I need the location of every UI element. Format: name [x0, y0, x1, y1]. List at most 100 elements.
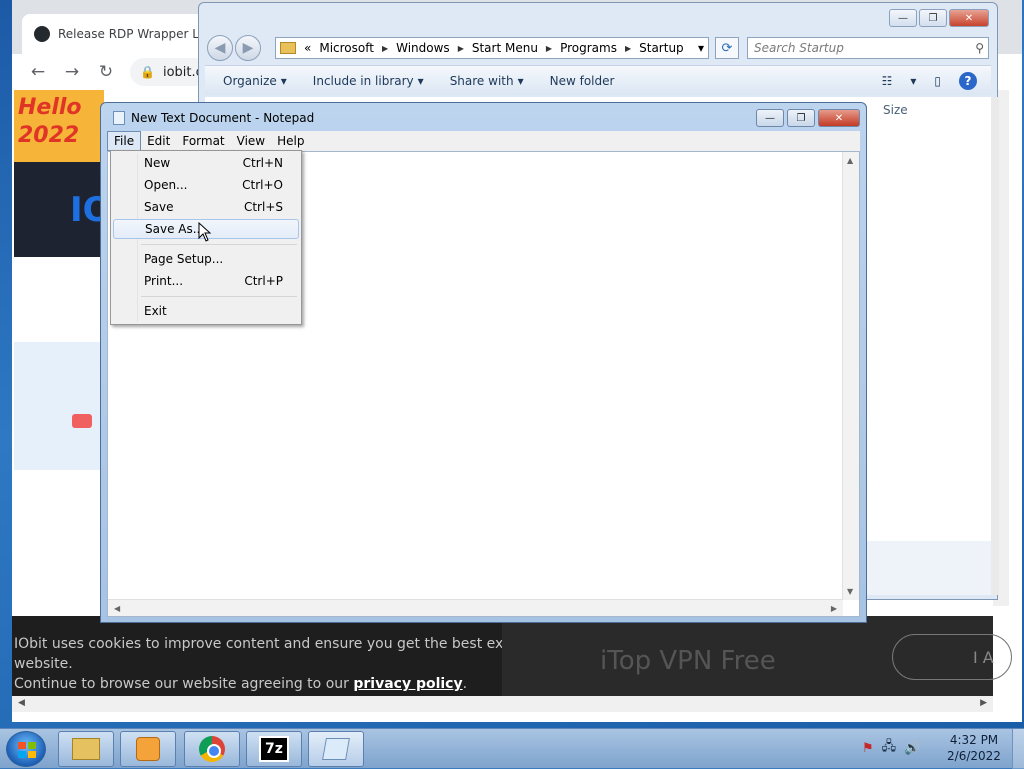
menu-item-shortcut: Ctrl+N — [242, 156, 283, 170]
menu-view[interactable]: View — [231, 132, 271, 150]
start-button[interactable] — [6, 731, 46, 767]
minimize-button[interactable]: — — [756, 109, 784, 127]
7zip-icon: 7z — [259, 736, 289, 762]
menu-item-shortcut: Ctrl+P — [244, 274, 283, 288]
taskbar-7zip[interactable]: 7z — [246, 731, 302, 767]
maximize-button[interactable]: ❐ — [919, 9, 947, 27]
chevron-right-icon[interactable]: ▶ — [458, 44, 464, 53]
volume-icon[interactable]: 🔊 — [904, 741, 920, 756]
menu-item-shortcut: Ctrl+O — [242, 178, 283, 192]
privacy-policy-link[interactable]: privacy policy — [353, 676, 462, 692]
notepad-icon — [322, 738, 350, 760]
explorer-address-bar[interactable]: « Microsoft ▶ Windows ▶ Start Menu ▶ Pro… — [275, 37, 709, 59]
explorer-address-row: ◀ ▶ « Microsoft ▶ Windows ▶ Start Menu ▶… — [205, 35, 991, 61]
chevron-right-icon[interactable]: ▶ — [382, 44, 388, 53]
taskbar-chrome[interactable] — [184, 731, 240, 767]
scroll-up-icon[interactable]: ▲ — [847, 156, 853, 165]
scroll-down-icon[interactable]: ▼ — [847, 587, 853, 596]
search-input[interactable]: Search Startup ⚲ — [747, 37, 989, 59]
reload-icon[interactable]: ↻ — [96, 62, 116, 82]
menu-item-label: Save — [144, 200, 174, 214]
network-icon[interactable]: 🖧 — [882, 737, 897, 759]
notepad-icon — [113, 111, 125, 125]
menu-format[interactable]: Format — [176, 132, 230, 150]
menu-item-exit[interactable]: Exit — [113, 301, 299, 321]
taskbar-media-player[interactable] — [120, 731, 176, 767]
notepad-horizontal-scrollbar[interactable]: ◀ ▶ — [108, 599, 843, 616]
column-header-size[interactable]: Size — [883, 103, 908, 117]
notepad-vertical-scrollbar[interactable]: ▲ ▼ — [842, 152, 859, 600]
menu-item-label: Print... — [144, 274, 184, 288]
breadcrumb-programs[interactable]: Programs — [560, 41, 617, 55]
menu-file[interactable]: File — [107, 131, 142, 151]
chevron-down-icon: ▾ — [517, 73, 524, 88]
notepad-title: New Text Document - Notepad — [131, 111, 315, 125]
share-with-button[interactable]: Share with ▾ — [450, 74, 524, 88]
show-desktop-button[interactable] — [1012, 729, 1024, 769]
organize-button[interactable]: Organize ▾ — [223, 74, 287, 88]
scroll-left-icon[interactable]: ◀ — [18, 698, 25, 708]
close-button[interactable]: ✕ — [818, 109, 860, 127]
taskbar-explorer[interactable] — [58, 731, 114, 767]
menu-item-label: Page Setup... — [144, 252, 224, 266]
menu-item-open[interactable]: Open... Ctrl+O — [113, 175, 299, 195]
media-player-icon — [136, 737, 160, 761]
scroll-right-icon[interactable]: ▶ — [980, 698, 987, 708]
explorer-vertical-scrollbar[interactable] — [991, 97, 999, 595]
close-button[interactable]: ✕ — [949, 9, 989, 27]
taskbar-notepad[interactable] — [308, 731, 364, 767]
refresh-icon[interactable]: ⟳ — [715, 37, 739, 59]
include-in-library-label: Include in library — [312, 73, 414, 88]
chevron-right-icon[interactable]: ▶ — [625, 44, 631, 53]
preview-pane-icon[interactable]: ▯ — [934, 74, 941, 88]
change-view-icon[interactable]: ☷ — [882, 74, 893, 88]
menu-edit[interactable]: Edit — [141, 132, 176, 150]
maximize-button[interactable]: ❐ — [787, 109, 815, 127]
scroll-right-icon[interactable]: ▶ — [831, 604, 837, 613]
menu-item-new[interactable]: New Ctrl+N — [113, 153, 299, 173]
breadcrumb-microsoft[interactable]: Microsoft — [319, 41, 374, 55]
lock-icon: 🔒 — [140, 65, 155, 79]
breadcrumb-overflow[interactable]: « — [304, 41, 311, 55]
scroll-left-icon[interactable]: ◀ — [114, 604, 120, 613]
taskbar: 7z ⚑ 🖧 🔊 4:32 PM 2/6/2022 — [0, 728, 1024, 769]
vpn-promo: iTop VPN Free I A — [502, 616, 1012, 696]
menu-help[interactable]: Help — [271, 132, 310, 150]
organize-label: Organize — [223, 73, 277, 88]
cookie-period: . — [462, 676, 468, 692]
chevron-down-icon: ▾ — [280, 73, 287, 88]
chevron-down-icon[interactable]: ▾ — [698, 41, 704, 55]
include-in-library-button[interactable]: Include in library ▾ — [313, 74, 424, 88]
clock[interactable]: 4:32 PM 2/6/2022 — [944, 732, 1004, 764]
chrome-tab-title: Release RDP Wrapper Libr — [58, 27, 212, 41]
hello-2022-banner[interactable]: Hello 2022 — [14, 90, 104, 162]
back-icon[interactable]: ◀ — [207, 35, 233, 61]
minimize-button[interactable]: — — [889, 9, 917, 27]
folder-icon — [280, 42, 296, 54]
breadcrumb-windows[interactable]: Windows — [396, 41, 450, 55]
chrome-horizontal-scrollbar[interactable]: ◀ ▶ — [12, 696, 993, 712]
menu-separator — [141, 296, 297, 297]
search-icon[interactable]: ⚲ — [975, 41, 984, 55]
forward-arrow-icon[interactable]: → — [62, 62, 82, 82]
chrome-tab[interactable]: Release RDP Wrapper Libr — [22, 14, 212, 54]
chevron-right-icon[interactable]: ▶ — [546, 44, 552, 53]
forward-icon[interactable]: ▶ — [235, 35, 261, 61]
breadcrumb-start-menu[interactable]: Start Menu — [472, 41, 538, 55]
banner-hello-text: Hello — [18, 95, 82, 120]
menu-item-page-setup[interactable]: Page Setup... — [113, 249, 299, 269]
menu-item-print[interactable]: Print... Ctrl+P — [113, 271, 299, 291]
youtube-icon[interactable] — [72, 414, 92, 428]
menu-item-label: Exit — [144, 304, 167, 318]
breadcrumb-startup[interactable]: Startup — [639, 41, 684, 55]
new-folder-button[interactable]: New folder — [550, 74, 615, 88]
help-icon[interactable]: ? — [959, 72, 977, 90]
back-arrow-icon[interactable]: ← — [28, 62, 48, 82]
search-placeholder: Search Startup — [754, 41, 844, 55]
action-center-flag-icon[interactable]: ⚑ — [862, 741, 874, 756]
chevron-down-icon[interactable]: ▾ — [910, 74, 916, 88]
notepad-titlebar: New Text Document - Notepad — [113, 111, 314, 125]
accept-button[interactable]: I A — [892, 634, 1012, 680]
menu-item-shortcut: Ctrl+S — [243, 200, 283, 214]
menu-item-save[interactable]: Save Ctrl+S — [113, 197, 299, 217]
